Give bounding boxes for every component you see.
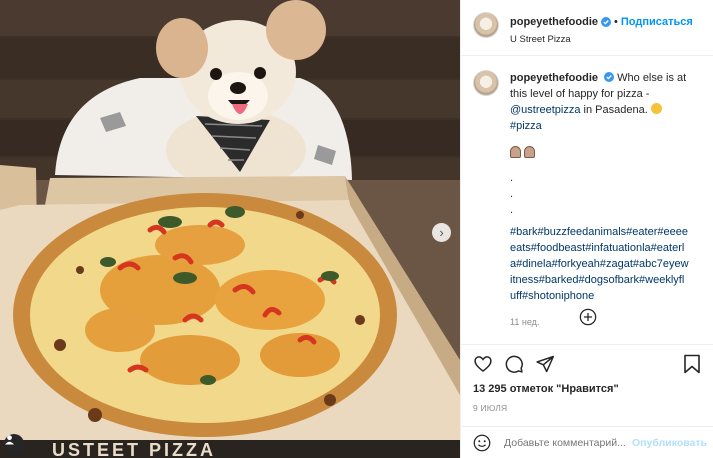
username-link[interactable]: popeyethefoodie [510,16,598,28]
yum-emoji-icon [650,103,662,114]
comment-bar: Опубликовать [461,426,713,458]
comment-input[interactable] [504,436,632,449]
post-actions: 13 295 отметок "Нравится" 9 ИЮЛЯ [461,344,713,426]
ghost-emoji-icon [524,146,535,158]
follow-button[interactable]: Подписаться [621,16,693,28]
publish-button[interactable]: Опубликовать [632,437,707,449]
caption-text-after: in Pasadena. [580,104,651,116]
user-tag-icon [5,435,14,445]
chevron-right-icon: › [439,225,444,240]
post-sidebar: popeyethefoodie • Подписаться U Street P… [460,0,713,458]
dot-line: . [510,172,514,184]
svg-text:USTEET PIZZA: USTEET PIZZA [52,440,216,458]
post-date: 9 ИЮЛЯ [473,403,508,413]
separator-dot: • [614,16,618,28]
ghost-emojis [510,146,690,158]
time-ago: 11 нед. [510,317,540,327]
comment-icon[interactable] [504,354,524,374]
likes-count[interactable]: 13 295 отметок "Нравится" [473,383,703,395]
verified-badge-icon [601,17,612,27]
caption-section: popeyethefoodie Who else is at this leve… [461,56,713,344]
heart-icon[interactable] [473,354,493,374]
mention-link[interactable]: @ustreetpizza [510,104,580,116]
caption-username[interactable]: popeyethefoodie [510,72,598,84]
tagged-users-button[interactable] [4,434,24,454]
dot-line: . [510,188,514,200]
caption-text: popeyethefoodie Who else is at this leve… [510,70,690,330]
hashtags-block[interactable]: #bark#buzzfeedanimals#eater#eeeeeats#foo… [510,224,690,304]
ghost-emoji-icon [510,146,521,158]
post-header: popeyethefoodie • Подписаться U Street P… [461,0,713,56]
smile-icon[interactable] [473,434,491,452]
hashtag-link[interactable]: #pizza [510,120,542,132]
plus-circle-icon[interactable] [579,308,597,326]
avatar[interactable] [473,12,499,38]
location-link[interactable]: U Street Pizza [510,34,693,45]
instagram-post: USTEET PIZZA › popeyethefoodie • Подписа… [0,0,713,458]
caption-dots: . . . [510,170,690,218]
bookmark-icon[interactable] [683,354,701,374]
dog-and-pizza-photo: USTEET PIZZA [0,0,460,458]
caption-avatar[interactable] [473,70,499,96]
verified-badge-icon [604,72,615,82]
share-icon[interactable] [535,354,555,374]
post-photo[interactable]: USTEET PIZZA › [0,0,460,458]
next-photo-button[interactable]: › [432,223,451,242]
dot-line: . [510,204,514,216]
